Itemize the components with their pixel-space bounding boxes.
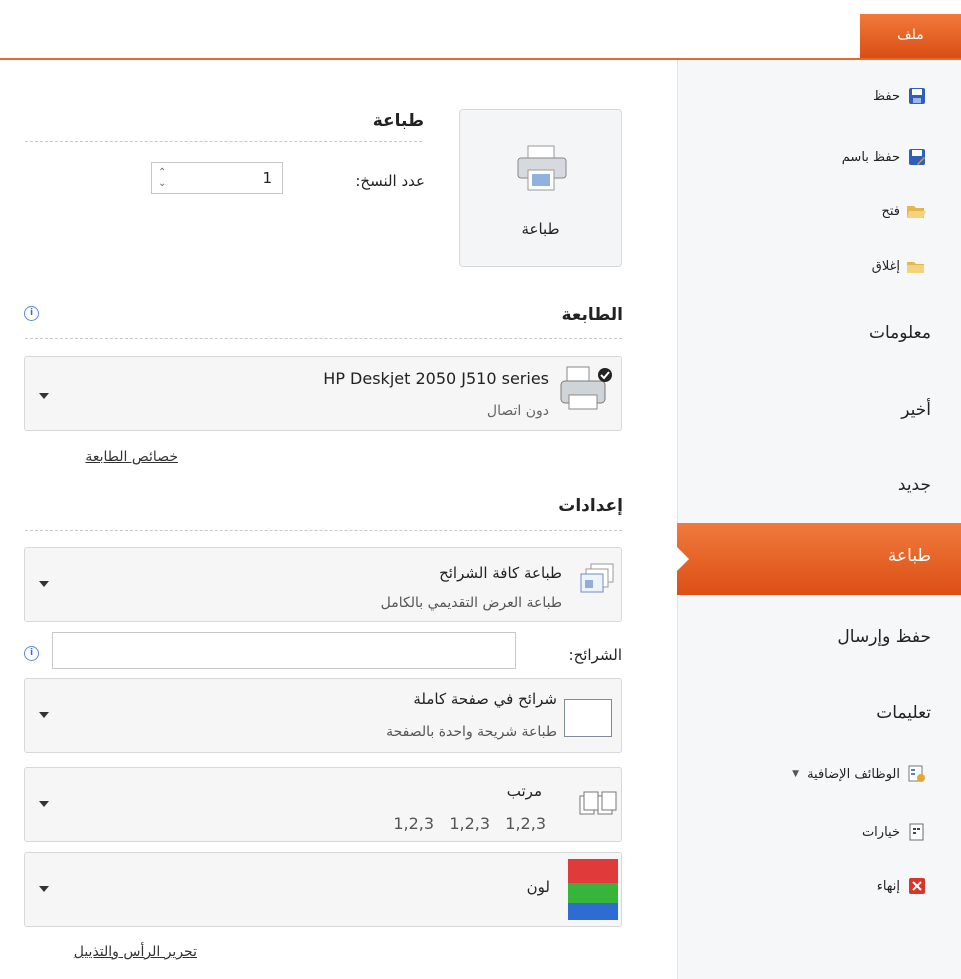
layout-dropdown[interactable]: شرائح في صفحة كاملة طباعة شريحة واحدة با… (24, 678, 622, 753)
stepper-arrows-icon: ⌃ ⌄ (158, 167, 167, 189)
nav-open[interactable]: فتح (881, 202, 926, 220)
layout-sub: طباعة شريحة واحدة بالصفحة (386, 724, 557, 740)
copies-label: عدد النسخ: (355, 172, 425, 190)
folder-open-icon (907, 202, 926, 220)
collate-sub: 1,2,3 1,2,3 1,2,3 (393, 814, 546, 833)
divider (25, 338, 622, 339)
nav-close[interactable]: إغلاق (872, 257, 926, 275)
info-icon[interactable]: i (24, 306, 39, 321)
nav-active-notch (677, 547, 689, 571)
print-button[interactable]: طباعة (459, 109, 622, 267)
divider (25, 141, 422, 142)
collate-icon (578, 790, 618, 822)
color-dropdown[interactable]: لون (24, 852, 622, 927)
printer-icon (514, 144, 572, 198)
slides-range-sub: طباعة العرض التقديمي بالكامل (380, 595, 562, 611)
printer-device-icon (557, 365, 617, 429)
nav-save-send[interactable]: حفظ وإرسال (837, 627, 931, 647)
copies-stepper[interactable]: ⌃ ⌄ 1 (151, 162, 283, 194)
full-page-slide-icon (564, 699, 612, 737)
chevron-down-icon: ▼ (792, 769, 800, 779)
folder-close-icon (907, 257, 926, 275)
nav-recent[interactable]: أخير (901, 400, 931, 420)
dropdown-arrow-icon (39, 886, 49, 892)
dropdown-arrow-icon (39, 801, 49, 807)
slides-range-main: طباعة كافة الشرائح (439, 564, 562, 582)
print-button-label: طباعة (521, 220, 560, 238)
backstage-nav: حفظ حفظ باسم فتح إغلاق معلومات أخير جديد… (677, 60, 961, 979)
slides-stack-icon (579, 562, 617, 604)
save-as-icon (908, 148, 926, 166)
printer-name: HP Deskjet 2050 J510 series (323, 369, 549, 388)
divider (25, 530, 622, 531)
options-icon (908, 823, 926, 841)
nav-print-label: طباعة (887, 546, 931, 566)
save-icon (908, 87, 926, 105)
color-main: لون (526, 878, 550, 896)
settings-title: إعدادات (558, 496, 623, 516)
copies-value: 1 (262, 169, 272, 187)
layout-main: شرائح في صفحة كاملة (413, 690, 557, 708)
info-icon[interactable]: i (24, 646, 39, 661)
print-title: طباعة (372, 111, 424, 131)
slides-label: الشرائح: (568, 646, 622, 664)
slides-input[interactable] (52, 632, 516, 669)
nav-save-as[interactable]: حفظ باسم (842, 148, 926, 166)
nav-new[interactable]: جديد (898, 475, 931, 495)
printer-dropdown[interactable]: HP Deskjet 2050 J510 series دون اتصال (24, 356, 622, 431)
dropdown-arrow-icon (39, 712, 49, 718)
nav-options[interactable]: خيارات (862, 823, 926, 841)
collate-dropdown[interactable]: مرتب 1,2,3 1,2,3 1,2,3 (24, 767, 622, 842)
exit-icon (908, 877, 926, 895)
printer-properties-link[interactable]: خصائص الطابعة (85, 449, 178, 465)
color-swatch-icon (568, 859, 618, 920)
header-footer-link[interactable]: تحرير الرأس والتذييل (74, 944, 197, 960)
nav-exit[interactable]: إنهاء (877, 877, 926, 895)
printer-title: الطابعة (561, 305, 623, 325)
file-tab[interactable]: ملف (860, 14, 961, 59)
slides-range-dropdown[interactable]: طباعة كافة الشرائح طباعة العرض التقديمي … (24, 547, 622, 622)
nav-info[interactable]: معلومات (869, 323, 931, 343)
dropdown-arrow-icon (39, 393, 49, 399)
printer-status: دون اتصال (486, 403, 549, 419)
nav-addins[interactable]: الوظائف الإضافية ▼ (792, 765, 926, 783)
nav-save[interactable]: حفظ (873, 87, 926, 105)
addins-icon (908, 765, 926, 783)
dropdown-arrow-icon (39, 581, 49, 587)
collate-main: مرتب (506, 782, 542, 800)
nav-help[interactable]: تعليمات (876, 703, 931, 723)
